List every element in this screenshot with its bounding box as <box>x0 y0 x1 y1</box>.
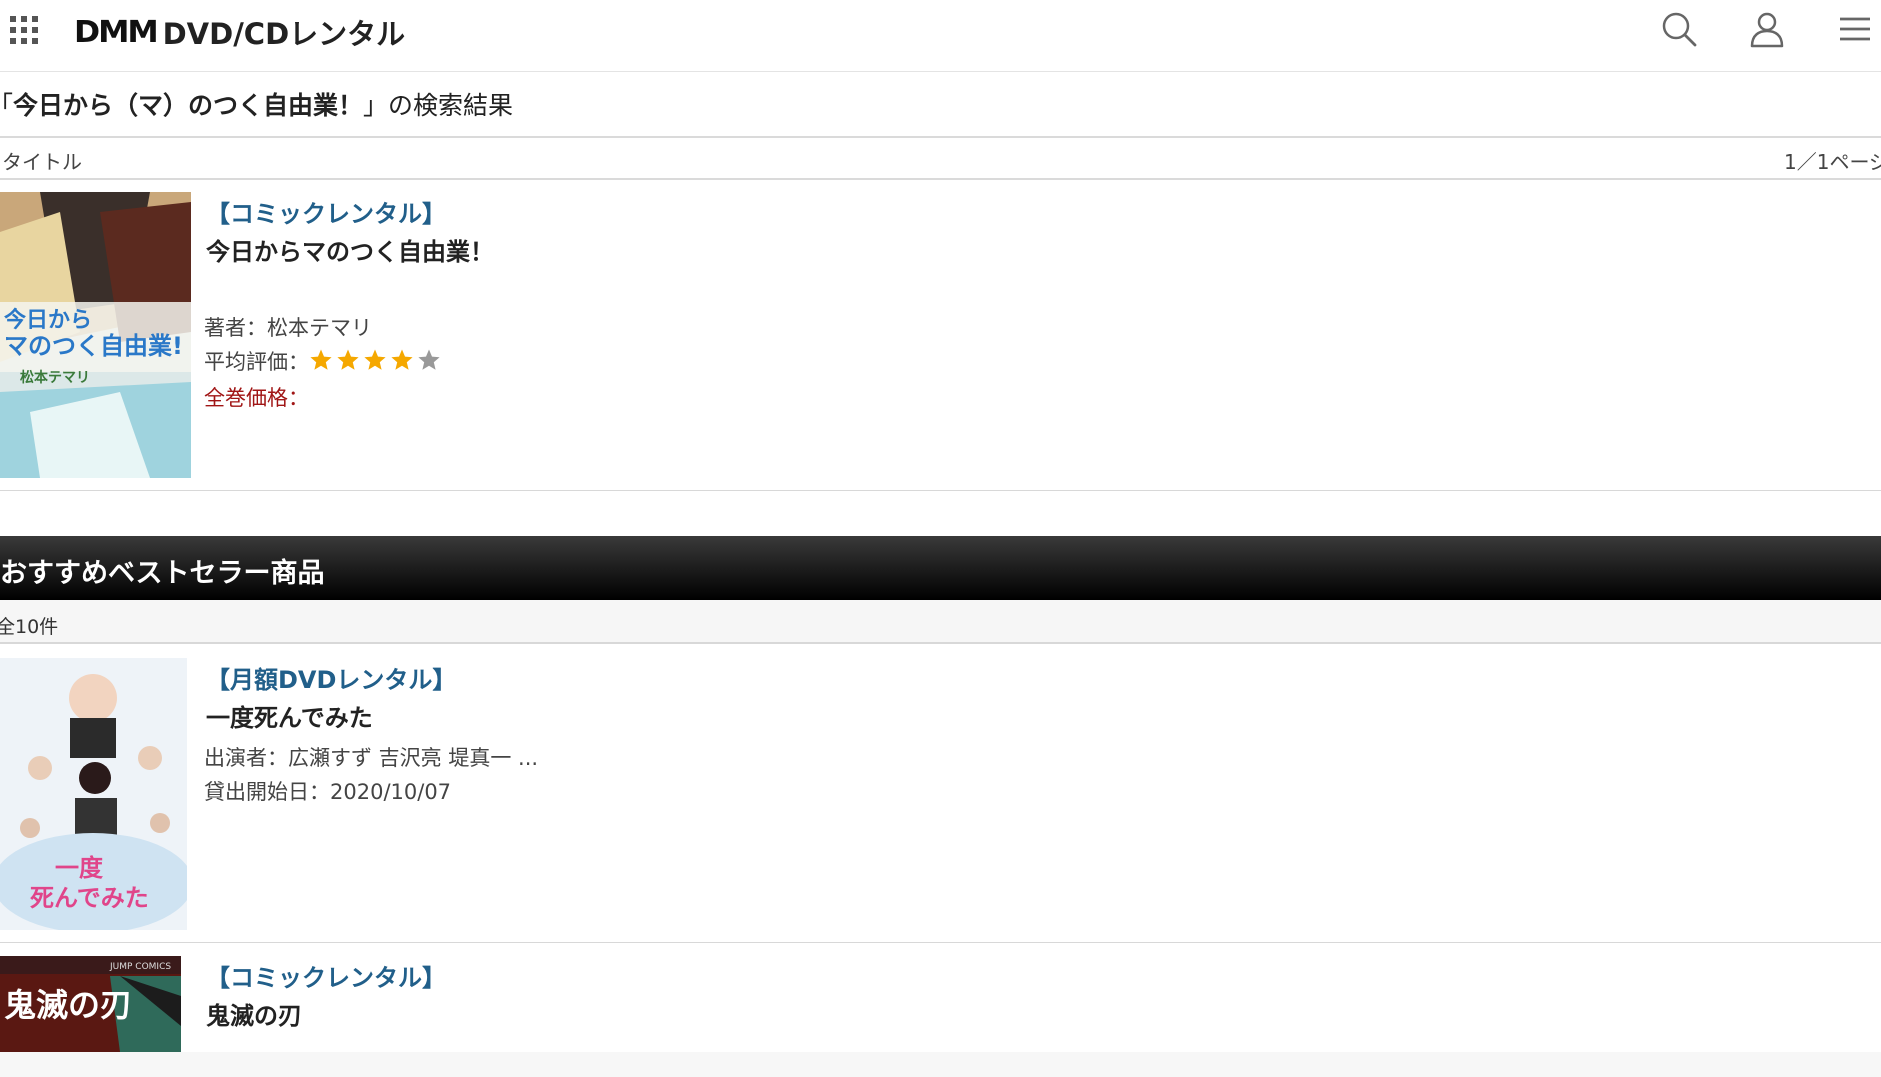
section-heading: おすすめベストセラー商品 <box>0 558 325 589</box>
item-category[interactable]: 【月額DVDレンタル】 <box>206 660 456 695</box>
dmm-logo: DMM <box>74 14 159 50</box>
user-icon[interactable] <box>1746 8 1788 50</box>
item-title[interactable]: 今日からマのつく自由業！ <box>206 232 494 267</box>
site-brand[interactable]: DMM DVD/CDレンタル <box>74 12 406 52</box>
item-category[interactable]: 【コミックレンタル】 <box>206 958 446 993</box>
divider <box>0 178 1881 180</box>
open-quote: 「 <box>0 91 13 120</box>
services-grid-icon[interactable] <box>8 14 40 46</box>
rating-stars <box>309 348 441 372</box>
comic-cover-image[interactable]: 今日から マのつく自由業! 松本テマリ <box>0 192 191 478</box>
item-count: 全10件 <box>0 616 59 638</box>
svg-text:死んでみた: 死んでみた <box>30 884 149 912</box>
divider <box>0 942 1881 943</box>
svg-text:一度: 一度 <box>55 854 104 882</box>
star-filled-icon <box>337 349 359 370</box>
star-filled-icon <box>391 349 413 370</box>
star-filled-icon <box>310 349 332 370</box>
comic-cover-image[interactable]: JUMP COMICS 鬼滅の刃 <box>0 956 181 1052</box>
hamburger-menu-icon[interactable] <box>1834 8 1876 50</box>
close-quote: 」 <box>363 91 389 120</box>
search-suffix: の検索結果 <box>388 91 514 120</box>
page-indicator: 1／1ページ <box>1784 150 1881 174</box>
svg-text:鬼滅の刃: 鬼滅の刃 <box>4 986 132 1024</box>
item-author: 著者：松本テマリ <box>204 316 372 340</box>
divider <box>0 490 1881 491</box>
search-icon[interactable] <box>1658 8 1700 50</box>
item-title[interactable]: 鬼滅の刃 <box>206 996 302 1031</box>
dvd-cover-image[interactable]: 一度 死んでみた <box>0 658 187 930</box>
app-header: DMM DVD/CDレンタル <box>0 0 1881 72</box>
site-name: DVD/CDレンタル <box>162 17 406 51</box>
search-result-heading: 「今日から（マ）のつく自由業！」の検索結果 <box>0 86 513 122</box>
svg-text:今日から: 今日から <box>4 307 92 333</box>
svg-text:マのつく自由業!: マのつく自由業! <box>4 332 183 360</box>
item-price-label: 全巻価格： <box>204 386 309 410</box>
bestseller-section-header: おすすめベストセラー商品 <box>0 536 1881 600</box>
result-tab-bar: タイトル 1／1ページ <box>0 138 1881 178</box>
svg-text:JUMP COMICS: JUMP COMICS <box>109 962 171 972</box>
item-category[interactable]: 【コミックレンタル】 <box>206 194 446 229</box>
item-cast: 出演者：広瀬すず 吉沢亮 堤真一 ... <box>204 746 539 770</box>
tab-title[interactable]: タイトル <box>2 146 82 175</box>
rating-label: 平均評価： <box>204 350 309 374</box>
svg-text:松本テマリ: 松本テマリ <box>20 369 90 386</box>
bestseller-count-bar: 全10件 <box>0 600 1881 644</box>
star-empty-icon <box>418 349 440 370</box>
item-title[interactable]: 一度死んでみた <box>206 698 373 733</box>
bottom-edge <box>0 1052 1881 1077</box>
search-query: 今日から（マ）のつく自由業！ <box>13 91 364 120</box>
item-rating: 平均評価： <box>204 346 441 376</box>
item-release-date: 貸出開始日：2020/10/07 <box>204 780 452 804</box>
star-filled-icon <box>364 349 386 370</box>
